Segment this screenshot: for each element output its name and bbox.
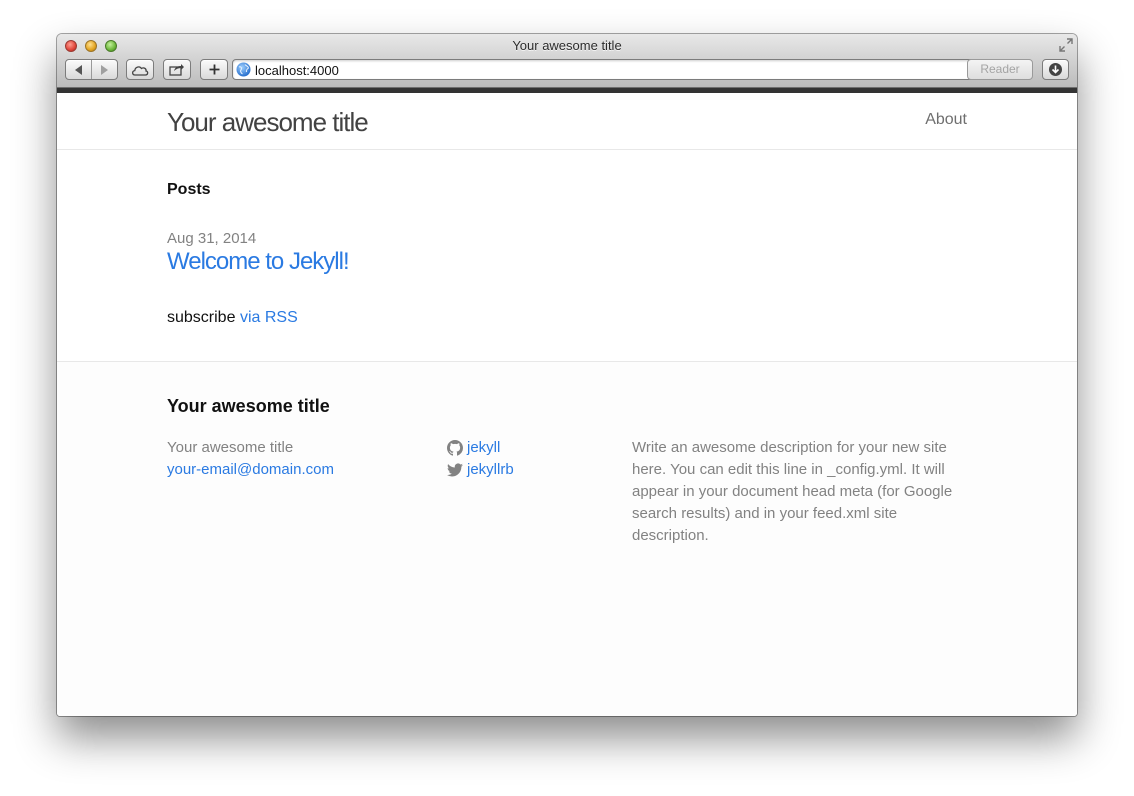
rss-link[interactable]: via RSS: [240, 309, 298, 326]
footer-social: jekyll jekyllrb: [447, 437, 514, 481]
download-icon: [1049, 63, 1062, 76]
plus-icon: [209, 64, 219, 75]
add-bookmark-button[interactable]: [200, 59, 228, 80]
github-icon: [447, 440, 463, 456]
share-icon: [169, 64, 184, 76]
cloud-icon: [132, 65, 149, 76]
web-page: Your awesome title About Posts Aug 31, 2…: [57, 88, 1077, 716]
nav-link-about[interactable]: About: [925, 111, 967, 129]
reader-button[interactable]: Reader: [967, 59, 1033, 80]
browser-toolbar: Your awesome title localhost:4000 Reader: [57, 34, 1077, 88]
github-link[interactable]: jekyll: [467, 437, 500, 459]
footer-contact: Your awesome title your-email@domain.com: [167, 437, 334, 481]
social-item-twitter: jekyllrb: [447, 459, 514, 481]
twitter-link[interactable]: jekyllrb: [467, 459, 514, 481]
footer-name: Your awesome title: [167, 439, 294, 456]
browser-window: Your awesome title localhost:4000 Reader…: [57, 34, 1077, 716]
subscribe-text: subscribe: [167, 309, 236, 326]
forward-arrow-icon[interactable]: [98, 64, 110, 76]
subscribe-line: subscribe via RSS: [167, 309, 298, 327]
twitter-icon: [447, 463, 463, 477]
url-text: localhost:4000: [255, 63, 339, 78]
downloads-button[interactable]: [1042, 59, 1069, 80]
back-arrow-icon[interactable]: [73, 64, 85, 76]
footer-email-link[interactable]: your-email@domain.com: [167, 459, 334, 481]
main-content: Posts Aug 31, 2014 Welcome to Jekyll! su…: [57, 150, 1077, 362]
site-title-link[interactable]: Your awesome title: [167, 107, 369, 138]
social-item-github: jekyll: [447, 437, 514, 459]
address-bar[interactable]: localhost:4000: [232, 59, 1032, 80]
site-description: Write an awesome description for your ne…: [632, 439, 953, 544]
back-forward-buttons: [65, 59, 118, 80]
globe-icon: [236, 62, 251, 77]
footer-heading: Your awesome title: [167, 396, 330, 416]
icloud-tabs-button[interactable]: [126, 59, 154, 80]
post-title-link[interactable]: Welcome to Jekyll!: [167, 248, 350, 276]
site-footer: Your awesome title Your awesome title yo…: [57, 362, 1077, 716]
share-button[interactable]: [163, 59, 191, 80]
site-header: Your awesome title About: [57, 93, 1077, 150]
window-title: Your awesome title: [512, 38, 622, 53]
post-date: Aug 31, 2014: [167, 230, 257, 247]
posts-heading: Posts: [167, 181, 211, 198]
fullscreen-icon[interactable]: [1059, 38, 1073, 52]
